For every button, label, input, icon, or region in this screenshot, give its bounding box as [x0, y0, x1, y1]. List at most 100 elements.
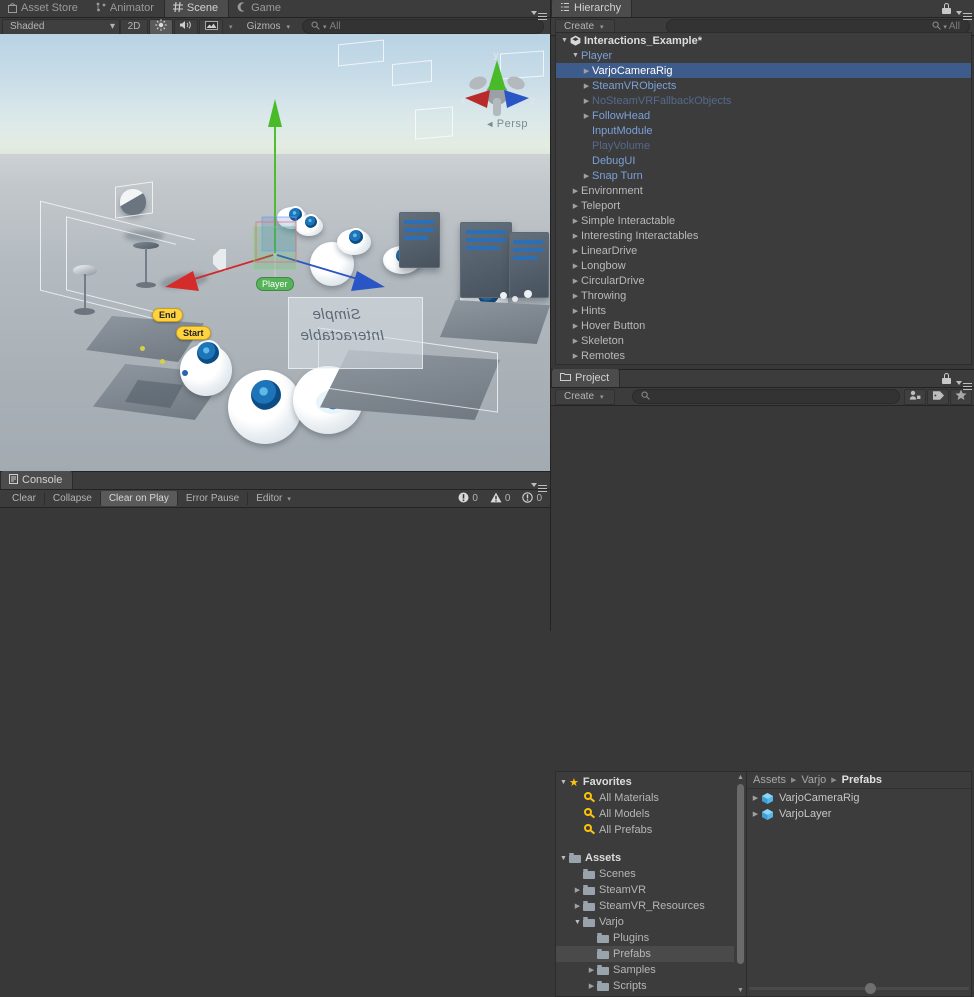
expand-arrow-icon[interactable]: ▶ [581, 67, 592, 75]
hierarchy-item-inputmodule[interactable]: InputModule [556, 123, 971, 138]
project-tree-item-samples[interactable]: ▶ Samples [556, 962, 734, 978]
hierarchy-item-followhead[interactable]: ▶ FollowHead [556, 108, 971, 123]
expand-arrow-icon[interactable]: ▶ [570, 337, 581, 345]
hierarchy-item-player[interactable]: ▼ Player [556, 48, 971, 63]
contents-horizontal-scrollbar[interactable] [749, 983, 969, 994]
expand-arrow-icon[interactable]: ▶ [581, 82, 592, 90]
expand-arrow-icon[interactable]: ▶ [586, 966, 597, 974]
lock-icon[interactable] [942, 373, 951, 384]
hierarchy-item-skeleton[interactable]: ▶ Skeleton [556, 333, 971, 348]
scene-panel-menu-icon[interactable] [531, 11, 547, 15]
hierarchy-panel-menu-icon[interactable] [956, 11, 972, 15]
console-panel-menu-icon[interactable] [531, 483, 547, 487]
expand-arrow-icon[interactable]: ▶ [572, 886, 583, 894]
toggle-audio-button[interactable] [174, 18, 198, 35]
editor-dropdown[interactable]: Editor ▾ [248, 491, 299, 506]
draw-mode-dropdown[interactable]: Shaded ▾ [2, 18, 120, 35]
clear-button[interactable]: Clear [4, 491, 44, 506]
scroll-up-arrow[interactable]: ▲ [737, 774, 744, 781]
expand-arrow-icon[interactable]: ▶ [586, 982, 597, 990]
clear-on-play-button[interactable]: Clear on Play [100, 491, 177, 506]
tab-asset-store[interactable]: Asset Store [0, 0, 88, 17]
hierarchy-item-interesting-interactables[interactable]: ▶ Interesting Interactables [556, 228, 971, 243]
expand-arrow-icon[interactable]: ▶ [750, 794, 761, 802]
project-tree-item-steamvr-resources[interactable]: ▶ SteamVR_Resources [556, 898, 734, 914]
breadcrumb-assets[interactable]: Assets [753, 774, 786, 786]
transform-gizmo[interactable] [165, 99, 385, 291]
expand-arrow-icon[interactable]: ▶ [570, 262, 581, 270]
hierarchy-item-playvolume[interactable]: PlayVolume [556, 138, 971, 153]
hierarchy-item-varjocamerarig[interactable]: ▶ VarjoCameraRig [556, 63, 971, 78]
expand-arrow-icon[interactable]: ▶ [570, 247, 581, 255]
gizmos-dropdown[interactable]: Gizmos ▾ [239, 19, 298, 35]
hierarchy-item-interactions-example[interactable]: ▼ Interactions_Example* [556, 33, 971, 48]
asset-row[interactable]: ▶ VarjoLayer [747, 806, 971, 822]
hierarchy-item-nosteamvrfallbackobjects[interactable]: ▶ NoSteamVRFallbackObjects [556, 93, 971, 108]
hierarchy-item-hover-button[interactable]: ▶ Hover Button [556, 318, 971, 333]
expand-arrow-icon[interactable]: ▶ [570, 232, 581, 240]
tab-game[interactable]: Game [229, 0, 291, 17]
hierarchy-item-steamvrobjects[interactable]: ▶ SteamVRObjects [556, 78, 971, 93]
error-pause-button[interactable]: Error Pause [178, 491, 247, 506]
collapse-arrow-icon[interactable]: ▼ [570, 52, 581, 59]
toggle-2d-button[interactable]: 2D [120, 18, 148, 35]
tab-animator[interactable]: Animator [88, 0, 164, 17]
expand-arrow-icon[interactable]: ▶ [570, 307, 581, 315]
project-tree-item-all-models[interactable]: All Models [556, 806, 734, 822]
project-tree-scrollbar[interactable]: ▲ ▼ [735, 774, 745, 994]
hierarchy-tree[interactable]: ▼ Interactions_Example* ▼ Player ▶ VarjoCamer… [555, 32, 972, 365]
waypoint-label-start[interactable]: Start [176, 326, 211, 340]
error-count[interactable]: 0 [452, 491, 484, 507]
hierarchy-item-teleport[interactable]: ▶ Teleport [556, 198, 971, 213]
fx-dropdown-button[interactable]: ▾ [224, 19, 238, 35]
project-search-input[interactable] [631, 389, 900, 404]
collapse-arrow-icon[interactable]: ▼ [559, 37, 570, 44]
scene-viewport[interactable]: Simple Interactable Player End Start y x… [0, 34, 550, 471]
toggle-fx-button[interactable] [199, 18, 223, 35]
project-folder-tree[interactable]: ▼ ★ Favorites All Materials All Models All Pr… [556, 772, 746, 996]
project-tree-item-scenes[interactable]: Scenes [556, 866, 734, 882]
collapse-arrow-icon[interactable]: ▼ [558, 779, 569, 786]
project-tree-item-varjo[interactable]: ▼ Varjo [556, 914, 734, 930]
hierarchy-item-throwing[interactable]: ▶ Throwing [556, 288, 971, 303]
expand-arrow-icon[interactable]: ▶ [581, 172, 592, 180]
expand-arrow-icon[interactable]: ▶ [581, 112, 592, 120]
hierarchy-item-environment[interactable]: ▶ Environment [556, 183, 971, 198]
expand-arrow-icon[interactable]: ▶ [572, 902, 583, 910]
hierarchy-item-remotes[interactable]: ▶ Remotes [556, 348, 971, 363]
expand-arrow-icon[interactable]: ▶ [570, 217, 581, 225]
project-create-button[interactable]: Create ▾ [555, 388, 615, 405]
hierarchy-item-snap-turn[interactable]: ▶ Snap Turn [556, 168, 971, 183]
tab-scene[interactable]: Scene [163, 0, 230, 17]
project-tree-item-all-prefabs[interactable]: All Prefabs [556, 822, 734, 838]
hierarchy-item-hints[interactable]: ▶ Hints [556, 303, 971, 318]
hierarchy-item-circulardrive[interactable]: ▶ CircularDrive [556, 273, 971, 288]
tab-hierarchy[interactable]: Hierarchy [551, 0, 633, 17]
scene-projection-label[interactable]: ◄ Persp [485, 118, 528, 130]
info-count[interactable]: 0 [516, 491, 548, 507]
hierarchy-item-simple-interactable[interactable]: ▶ Simple Interactable [556, 213, 971, 228]
project-tree-item-shaders[interactable]: Shaders [556, 994, 734, 996]
project-tree-item-prefabs[interactable]: Prefabs [556, 946, 734, 962]
project-tree-item-scripts[interactable]: ▶ Scripts [556, 978, 734, 994]
collapse-arrow-icon[interactable]: ▼ [558, 855, 569, 862]
hierarchy-item-longbow[interactable]: ▶ Longbow [556, 258, 971, 273]
asset-list[interactable]: ▶ VarjoCameraRig ▶ VarjoLayer [747, 790, 971, 982]
lock-icon[interactable] [942, 3, 951, 14]
project-panel-menu-icon[interactable] [956, 381, 972, 385]
tab-project[interactable]: Project [551, 369, 621, 387]
filter-by-label-button[interactable] [927, 388, 949, 405]
expand-arrow-icon[interactable]: ▶ [570, 202, 581, 210]
breadcrumb-prefabs[interactable]: Prefabs [842, 774, 882, 786]
breadcrumb-varjo[interactable]: Varjo [801, 774, 826, 786]
scroll-down-arrow[interactable]: ▼ [737, 987, 744, 994]
warning-count[interactable]: 0 [484, 491, 517, 507]
project-contents[interactable]: Assets ▶ Varjo ▶ Prefabs ▶ VarjoCameraRig… [746, 772, 971, 996]
expand-arrow-icon[interactable]: ▶ [581, 97, 592, 105]
project-tree-item-assets[interactable]: ▼ Assets [556, 850, 734, 866]
filter-by-type-button[interactable] [904, 388, 926, 405]
expand-arrow-icon[interactable]: ▶ [570, 277, 581, 285]
console-message-list[interactable] [0, 508, 550, 631]
scrollbar-thumb[interactable] [737, 784, 744, 964]
hierarchy-item-debugui[interactable]: DebugUI [556, 153, 971, 168]
